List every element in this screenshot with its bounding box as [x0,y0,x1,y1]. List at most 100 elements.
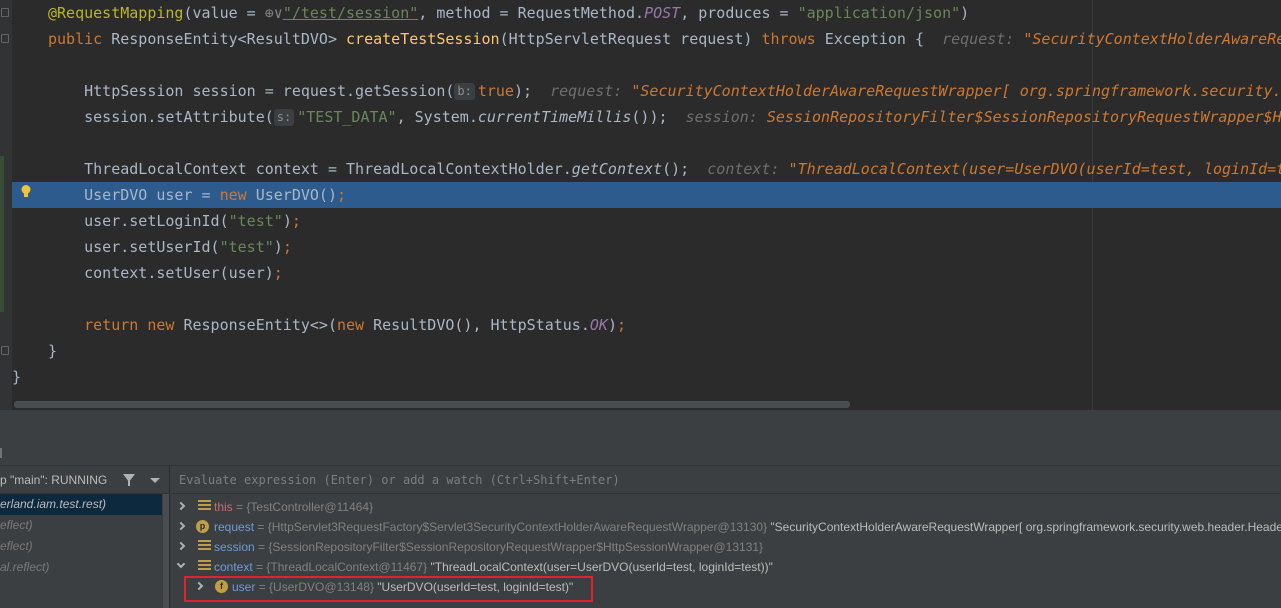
code-token: createTestSession [346,30,500,48]
stack-frame[interactable]: eflect) [0,536,162,557]
code-token: POST [644,4,681,22]
code-token: user.setUserId( [48,238,220,256]
variable-eq: = [258,540,266,554]
variable-row-context[interactable]: context = {ThreadLocalContext@11467} "Th… [171,557,1281,577]
code-token: getContext [571,160,663,178]
code-token: ResultDVO(), HttpStatus. [373,316,590,334]
code-token: ; [616,316,626,334]
thread-label: p "main": RUNNING [0,473,108,487]
code-token: "test" [228,212,283,230]
code-token: ; [337,186,347,204]
parameter-icon: p [196,520,209,533]
code-token: request: [550,82,632,100]
code-token: ; [282,238,292,256]
code-token: } [12,368,22,386]
variable-type: {ThreadLocalContext@11467} [266,560,428,574]
code-token: } [48,342,58,360]
code-token: "TEST_DATA" [297,108,397,126]
chevron-right-icon[interactable] [176,501,186,511]
code-line-7[interactable]: ThreadLocalContext context = ThreadLocal… [0,156,1281,182]
highlight-box [184,576,593,602]
code-token: true [477,82,514,100]
evaluate-expression-input[interactable]: Evaluate expression (Enter) or add a wat… [171,466,1281,494]
variable-row-this[interactable]: this = {TestController@11464} [171,497,1281,517]
code-line-10[interactable]: user.setUserId("test"); [0,234,1281,260]
code-token: @RequestMapping [48,4,184,22]
horizontal-scrollbar[interactable] [14,401,850,408]
chevron-down-icon[interactable] [176,559,186,569]
code-token: request: [942,30,1024,48]
toolbar-icon[interactable] [0,448,8,458]
stack-frame[interactable]: al.reflect) [0,557,162,578]
code-line-13[interactable]: return new ResponseEntity<>(new ResultDV… [0,312,1281,338]
code-token: ; [273,264,283,282]
current-execution-line[interactable]: UserDVO user = new UserDVO(); [12,182,1281,208]
field-icon [198,500,211,513]
variable-name: request [214,520,255,534]
variable-eq: = [257,520,265,534]
code-token: "application/json" [797,4,961,22]
code-token: "SecurityContextHolderAwareRequestWrappe… [631,82,1281,100]
code-line-15[interactable]: } [0,364,1281,390]
code-line-5[interactable]: session.setAttribute(s: "TEST_DATA", Syst… [0,104,1281,130]
code-line-2[interactable]: public ResponseEntity<ResultDVO> createT… [0,26,1281,52]
code-line-11[interactable]: context.setUser(user); [0,260,1281,286]
code-token: ) [282,212,292,230]
code-token: ()); [631,108,686,126]
code-line-9[interactable]: user.setLoginId("test"); [0,208,1281,234]
thread-selector[interactable]: p "main": RUNNING [0,466,170,494]
code-line-4[interactable]: HttpSession session = request.getSession… [0,78,1281,104]
field-icon [198,540,211,553]
code-token: ResponseEntity<>( [183,316,337,334]
code-token: Exception { [824,30,943,48]
code-token: (HttpServletRequest request) [499,30,762,48]
code-editor[interactable]: @RequestMapping(value = ⊕∨"/test/session… [0,0,1281,410]
variable-name: context [214,560,253,574]
code-token: session: [685,108,767,126]
code-line-6[interactable] [0,130,1281,156]
code-token: new [219,186,256,204]
code-token: (value = [183,4,265,22]
code-token: UserDVO() [255,186,337,204]
stack-frame[interactable]: erland.iam.test.rest) [0,494,162,515]
code-line-14[interactable]: } [0,338,1281,364]
code-line-12[interactable] [0,286,1281,312]
stack-frame[interactable]: eflect) [0,515,162,536]
chevron-right-icon[interactable] [176,541,186,551]
variable-row-request[interactable]: p request = {HttpServlet3RequestFactory$… [171,517,1281,537]
chevron-right-icon[interactable] [176,521,186,531]
code-token: ResponseEntity<ResultDVO> [111,30,347,48]
filter-icon-stem [128,481,130,486]
variable-type: {HttpServlet3RequestFactory$Servlet3Secu… [267,520,768,534]
code-token: ) [607,316,617,334]
variable-type: {TestController@11464} [246,500,374,514]
variable-value: "SecurityContextHolderAwareRequestWrappe… [770,520,1281,534]
code-token: throws [761,30,825,48]
code-token: UserDVO user = [48,186,220,204]
code-token: return new [48,316,184,334]
field-icon [198,560,211,573]
code-token: , produces = [680,4,798,22]
code-token: ; [291,212,301,230]
code-token: ) [273,238,283,256]
code-token: currentTimeMillis [477,108,632,126]
code-token: HttpSession session = request.getSession… [48,82,455,100]
variable-eq: = [256,560,264,574]
code-token: user.setLoginId( [48,212,229,230]
debugger-toolbar [0,410,1281,466]
code-token: "/test/session" [282,4,419,22]
code-token: "SecurityContextHolderAwareRequ [1023,30,1281,48]
parameter-hint: s: [273,109,295,126]
code-token: "test" [219,238,274,256]
code-token: ⊕∨ [264,4,283,22]
code-line-3[interactable] [0,52,1281,78]
frames-scrollbar[interactable] [163,494,169,608]
variable-value: "ThreadLocalContext(user=UserDVO(userId=… [430,560,773,574]
code-token: OK [589,316,608,334]
code-token: ) [960,4,970,22]
variable-row-session[interactable]: session = {SessionRepositoryFilter$Sessi… [171,537,1281,557]
variable-eq: = [236,500,244,514]
chevron-down-icon[interactable] [150,478,160,483]
code-line-1[interactable]: @RequestMapping(value = ⊕∨"/test/session… [0,0,1281,26]
lightbulb-icon[interactable] [19,184,33,198]
